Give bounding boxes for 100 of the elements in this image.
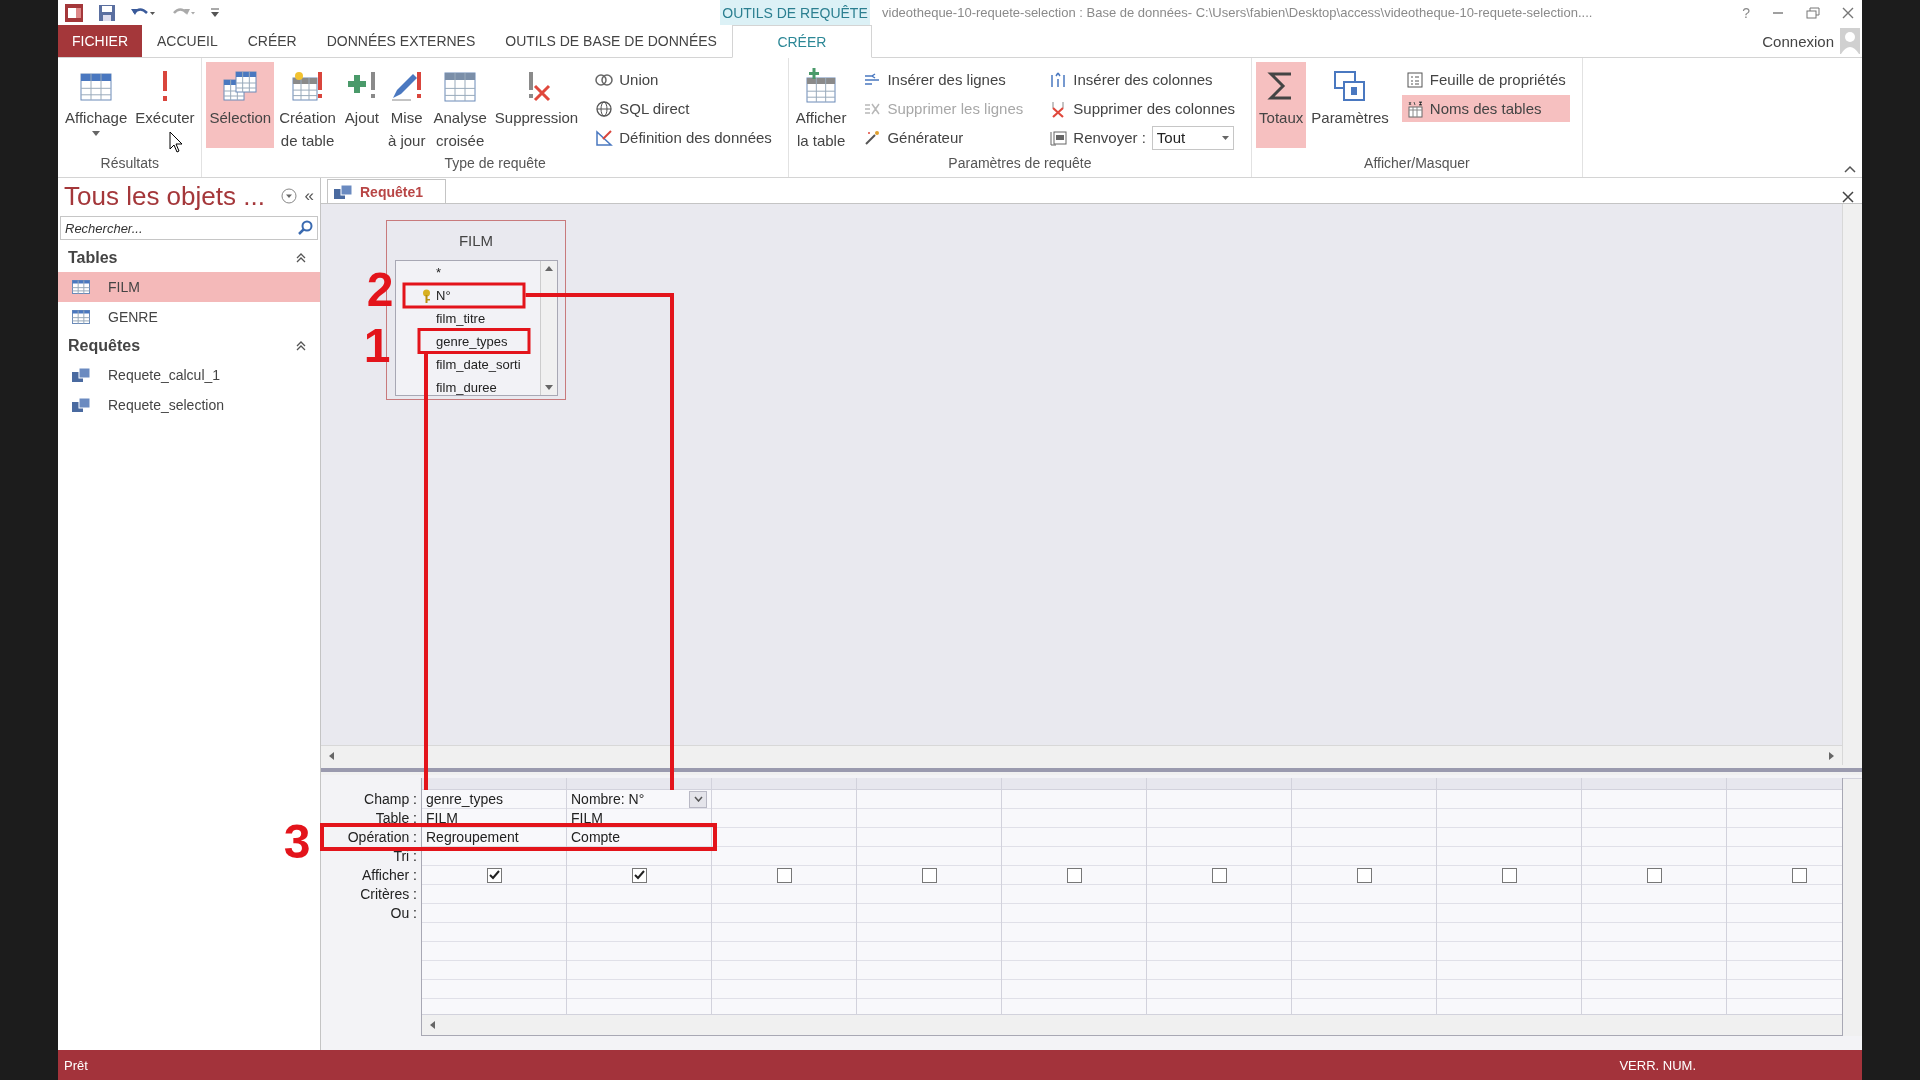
ribbon-button[interactable]: Feuille de propriétés [1401, 66, 1570, 93]
ribbon-button[interactable]: Totaux [1256, 62, 1307, 148]
column-selector[interactable] [567, 778, 711, 790]
customize-caret-icon [210, 6, 220, 19]
field-item[interactable]: film_date_sorti [396, 353, 540, 376]
grid-cell-text[interactable]: Compte [571, 828, 621, 846]
group-label: Paramètres de requête [947, 155, 1093, 173]
search-icon [297, 220, 313, 236]
scrollbar[interactable] [1842, 204, 1862, 765]
ribbon-button[interactable]: Insérer des colonnes [1045, 66, 1240, 93]
row-label: Critères : [359, 885, 418, 904]
ribbon-button[interactable]: Affichage [62, 62, 131, 148]
table-names-icon [1405, 99, 1424, 118]
scrollbar[interactable] [1843, 778, 1862, 1036]
ribbon-button[interactable]: Afficher la table [792, 62, 850, 148]
query-icon [334, 183, 352, 200]
show-checkbox[interactable] [921, 867, 937, 883]
navigation-pane-title[interactable]: Tous les objets ... [64, 180, 273, 212]
field-item[interactable]: film_duree [396, 376, 540, 395]
ribbon-button[interactable]: Supprimer des colonnes [1045, 95, 1240, 122]
show-checkbox[interactable] [1211, 867, 1227, 883]
ribbon-button[interactable]: Exécuter [132, 62, 198, 148]
scrollbar[interactable] [321, 745, 1842, 765]
ribbon-button[interactable]: Sélection [206, 62, 275, 148]
tables-icon [222, 68, 259, 104]
status-text: Prêt [64, 1057, 88, 1073]
caret-icon [693, 796, 703, 802]
grid-cell-text[interactable]: Regroupement [426, 828, 519, 846]
table-title: FILM [458, 232, 494, 249]
field-dropdown-button[interactable] [689, 790, 707, 808]
save-icon [98, 3, 116, 22]
ribbon-button[interactable]: Paramètres [1308, 62, 1392, 148]
field-item[interactable]: * [396, 261, 540, 284]
grid-cell[interactable]: genre_types [422, 790, 566, 809]
ribbon-button[interactable]: SQL direct [591, 95, 776, 122]
table-icon [72, 280, 90, 294]
show-checkbox[interactable] [486, 867, 502, 883]
ribbon-button[interactable]: Création de table [276, 62, 339, 148]
show-checkbox[interactable] [1646, 867, 1662, 883]
scrollbar[interactable] [540, 261, 557, 395]
return-dropdown[interactable]: Tout [1151, 125, 1234, 150]
globe-icon [595, 99, 614, 118]
group-header[interactable]: Tables [68, 249, 118, 267]
dropdown-circle-icon [280, 188, 297, 204]
ribbon-tab[interactable]: FICHIER [58, 25, 142, 57]
minimize-icon [1772, 11, 1784, 14]
group-label: Type de requête [443, 155, 547, 173]
close-icon [1842, 6, 1854, 19]
document-tab[interactable]: Requête1 [327, 179, 447, 203]
group-header[interactable]: Requêtes [68, 337, 141, 355]
ribbon-button[interactable]: Mise à jour [384, 62, 429, 148]
table-icon [72, 310, 90, 324]
ribbon-button[interactable]: Insérer des lignes [859, 66, 1028, 93]
collapse-pane-button[interactable]: « [304, 186, 314, 206]
navigation-item[interactable]: GENRE [58, 302, 320, 332]
help-button[interactable]: ? [1742, 4, 1750, 21]
field-item[interactable]: genre_types [396, 330, 540, 353]
search-field[interactable]: Rechercher... [60, 216, 318, 240]
ribbon-tab[interactable]: DONNÉES EXTERNES [311, 25, 491, 57]
row-label: Table : [374, 809, 418, 828]
grid-cell-text[interactable]: genre_types [426, 790, 504, 808]
query-icon [72, 397, 90, 413]
navigation-item[interactable]: Requete_calcul_1 [58, 360, 320, 390]
ribbon-button[interactable]: Analyse croisée [430, 62, 490, 148]
exclamation-icon [161, 71, 168, 101]
show-checkbox[interactable] [1791, 867, 1807, 883]
navigation-item[interactable]: Requete_selection [58, 390, 320, 420]
group-label: Résultats [99, 155, 160, 173]
scrollbar[interactable] [422, 1014, 1842, 1035]
grid-cell[interactable]: Nombre: N° [567, 790, 711, 809]
insert-columns-icon [1049, 70, 1068, 89]
step-number: 3 [283, 815, 311, 868]
row-label: Tri : [392, 847, 418, 866]
return-icon [1049, 128, 1068, 147]
ribbon-button[interactable]: Ajout [340, 62, 383, 148]
show-checkbox[interactable] [631, 867, 647, 883]
grid-cell-text[interactable]: FILM [571, 809, 603, 827]
ribbon-button[interactable]: Définition des données [591, 124, 776, 151]
ribbon-tab[interactable]: OUTILS DE BASE DE DONNÉES [490, 25, 732, 57]
ribbon-button[interactable]: Noms des tables [1401, 95, 1570, 122]
ribbon-button[interactable]: Générateur [859, 124, 1028, 151]
collapse-ribbon-icon [1844, 165, 1856, 173]
navigation-item[interactable]: FILM [58, 272, 320, 302]
ribbon-button[interactable]: Suppression [491, 62, 582, 148]
sign-in-link[interactable]: Connexion [1762, 32, 1834, 50]
show-checkbox[interactable] [1356, 867, 1372, 883]
ribbon-tab[interactable]: CRÉER [731, 25, 872, 58]
show-checkbox[interactable] [776, 867, 792, 883]
column-selector[interactable] [422, 778, 566, 790]
field-item[interactable]: film_titre [396, 307, 540, 330]
field-item[interactable]: N° [396, 284, 540, 307]
ribbon-tab[interactable]: ACCUEIL [142, 25, 233, 57]
splitter-bar[interactable] [321, 765, 1862, 775]
grid-cell-text[interactable]: FILM [426, 809, 458, 827]
row-label: Opération : [346, 828, 418, 847]
ribbon-button[interactable]: Union [591, 66, 776, 93]
show-checkbox[interactable] [1501, 867, 1517, 883]
grid-cell-text[interactable]: Nombre: N° [571, 790, 645, 808]
ribbon-tab[interactable]: CRÉER [232, 25, 312, 57]
show-checkbox[interactable] [1066, 867, 1082, 883]
